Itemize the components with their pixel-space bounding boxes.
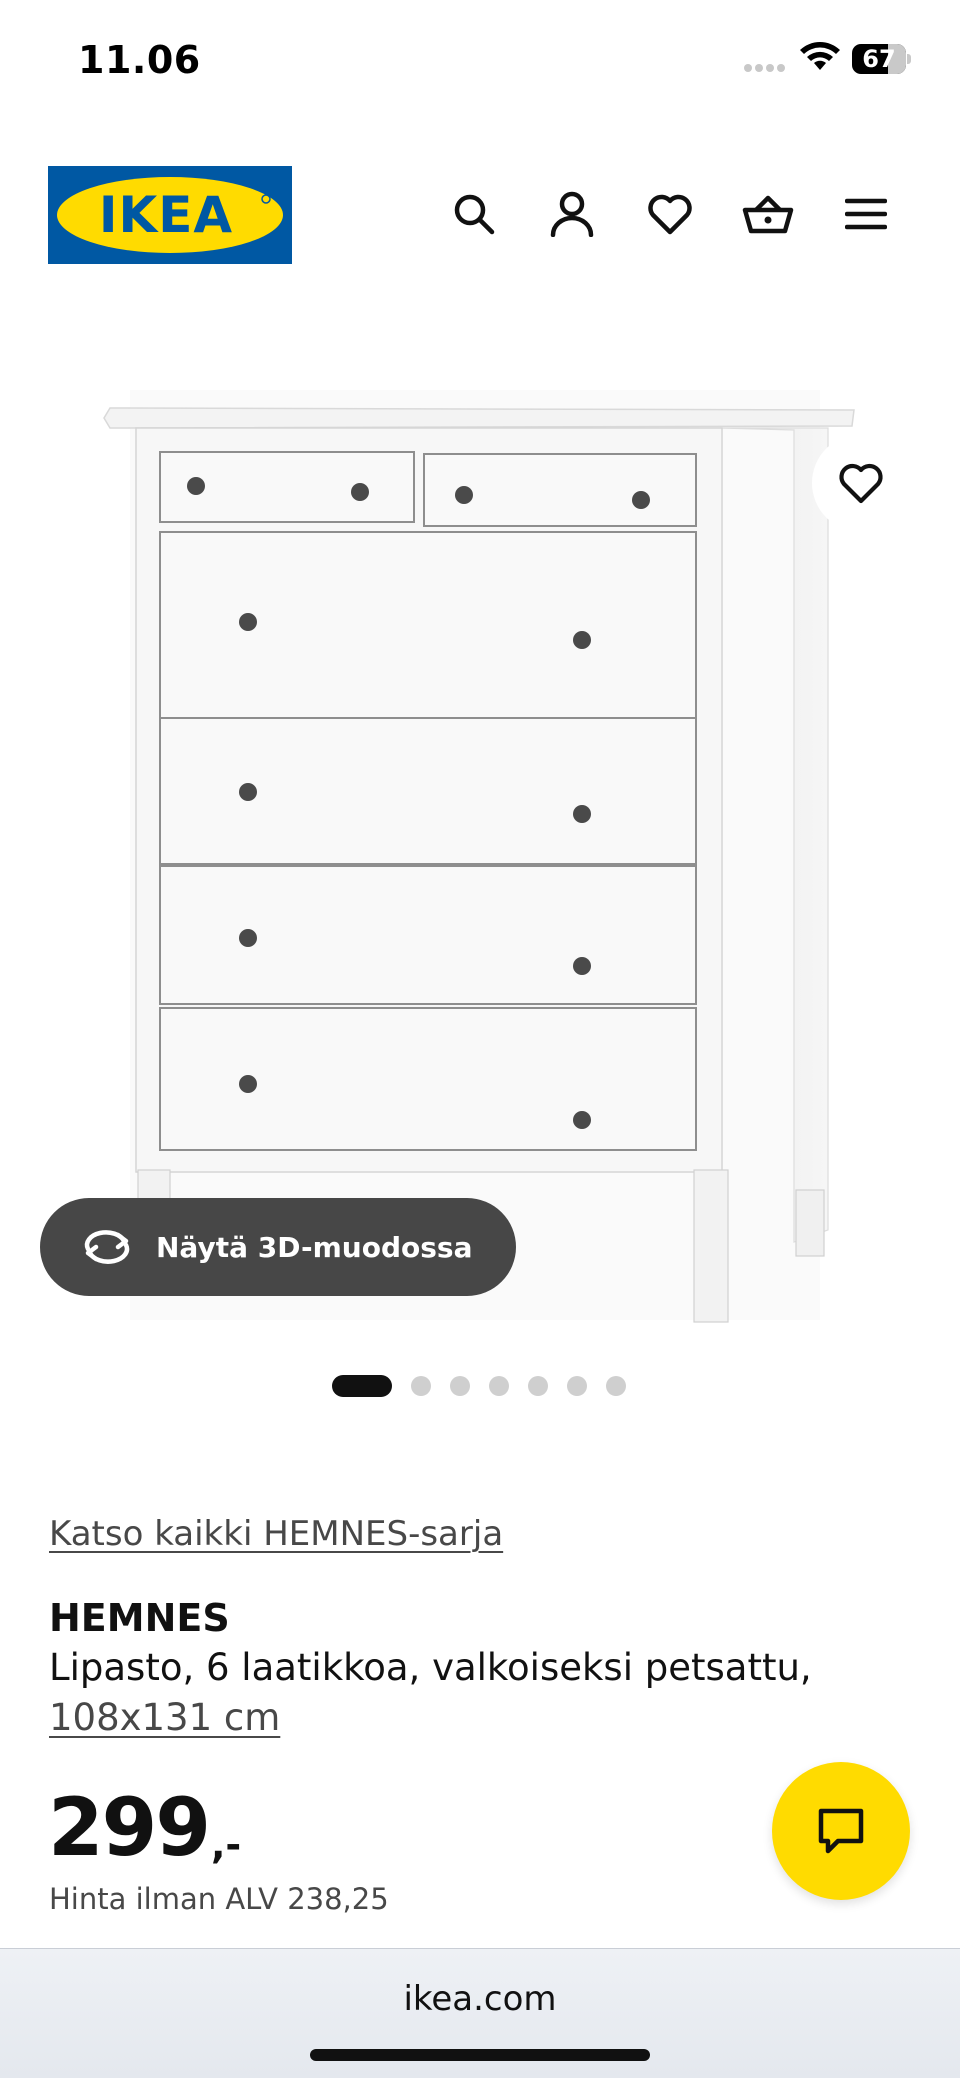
carousel-pagination [0,1374,960,1398]
basket-icon [742,195,794,234]
battery-icon: 67 [852,44,912,74]
view-in-3d-button[interactable]: Näytä 3D-muodossa [40,1198,516,1296]
ikea-logo[interactable]: IKEA [48,166,292,264]
product-gallery: Näytä 3D-muodossa [0,330,960,1330]
carousel-dot[interactable] [489,1376,509,1396]
carousel-dot[interactable] [450,1376,470,1396]
add-to-favourites-button[interactable] [812,434,910,532]
product-price: 299 ,- [48,1778,241,1868]
url-text[interactable]: ikea.com [0,1979,960,2019]
chat-button[interactable] [772,1762,910,1900]
price-excluding-vat: Hinta ilman ALV 238,25 [49,1882,389,1916]
status-bar: 11.06 67 [0,0,960,120]
favourites-button[interactable] [636,180,704,248]
site-header: IKEA [0,150,960,280]
heart-icon [839,463,883,504]
carousel-dot[interactable] [528,1376,548,1396]
home-indicator[interactable] [310,2049,650,2061]
carousel-dot-active[interactable] [332,1375,392,1397]
wifi-icon [800,42,840,70]
browser-address-bar: ikea.com [0,1948,960,2078]
menu-button[interactable] [832,180,900,248]
chat-icon [818,1808,864,1854]
heart-icon [648,194,692,235]
status-time: 11.06 [78,38,201,82]
series-link[interactable]: Katso kaikki HEMNES-sarja [49,1514,503,1554]
product-size-link[interactable]: 108x131 cm [49,1696,280,1739]
account-button[interactable] [538,180,606,248]
menu-icon [845,198,887,230]
price-amount: 299 [48,1781,211,1874]
cellular-signal-icon [744,64,788,74]
user-icon [550,191,594,237]
search-icon [454,194,495,235]
product-description: Lipasto, 6 laatikkoa, valkoiseksi petsat… [49,1646,812,1689]
header-actions [440,180,900,248]
product-name: HEMNES [49,1596,230,1640]
view-in-3d-label: Näytä 3D-muodossa [156,1230,473,1264]
battery-percentage: 67 [862,45,896,73]
svg-text:IKEA: IKEA [99,186,233,244]
rotate-3d-icon [84,1230,130,1264]
carousel-dot[interactable] [606,1376,626,1396]
basket-button[interactable] [734,180,802,248]
carousel-dot[interactable] [411,1376,431,1396]
price-suffix: ,- [211,1823,242,1867]
carousel-dot[interactable] [567,1376,587,1396]
search-button[interactable] [440,180,508,248]
